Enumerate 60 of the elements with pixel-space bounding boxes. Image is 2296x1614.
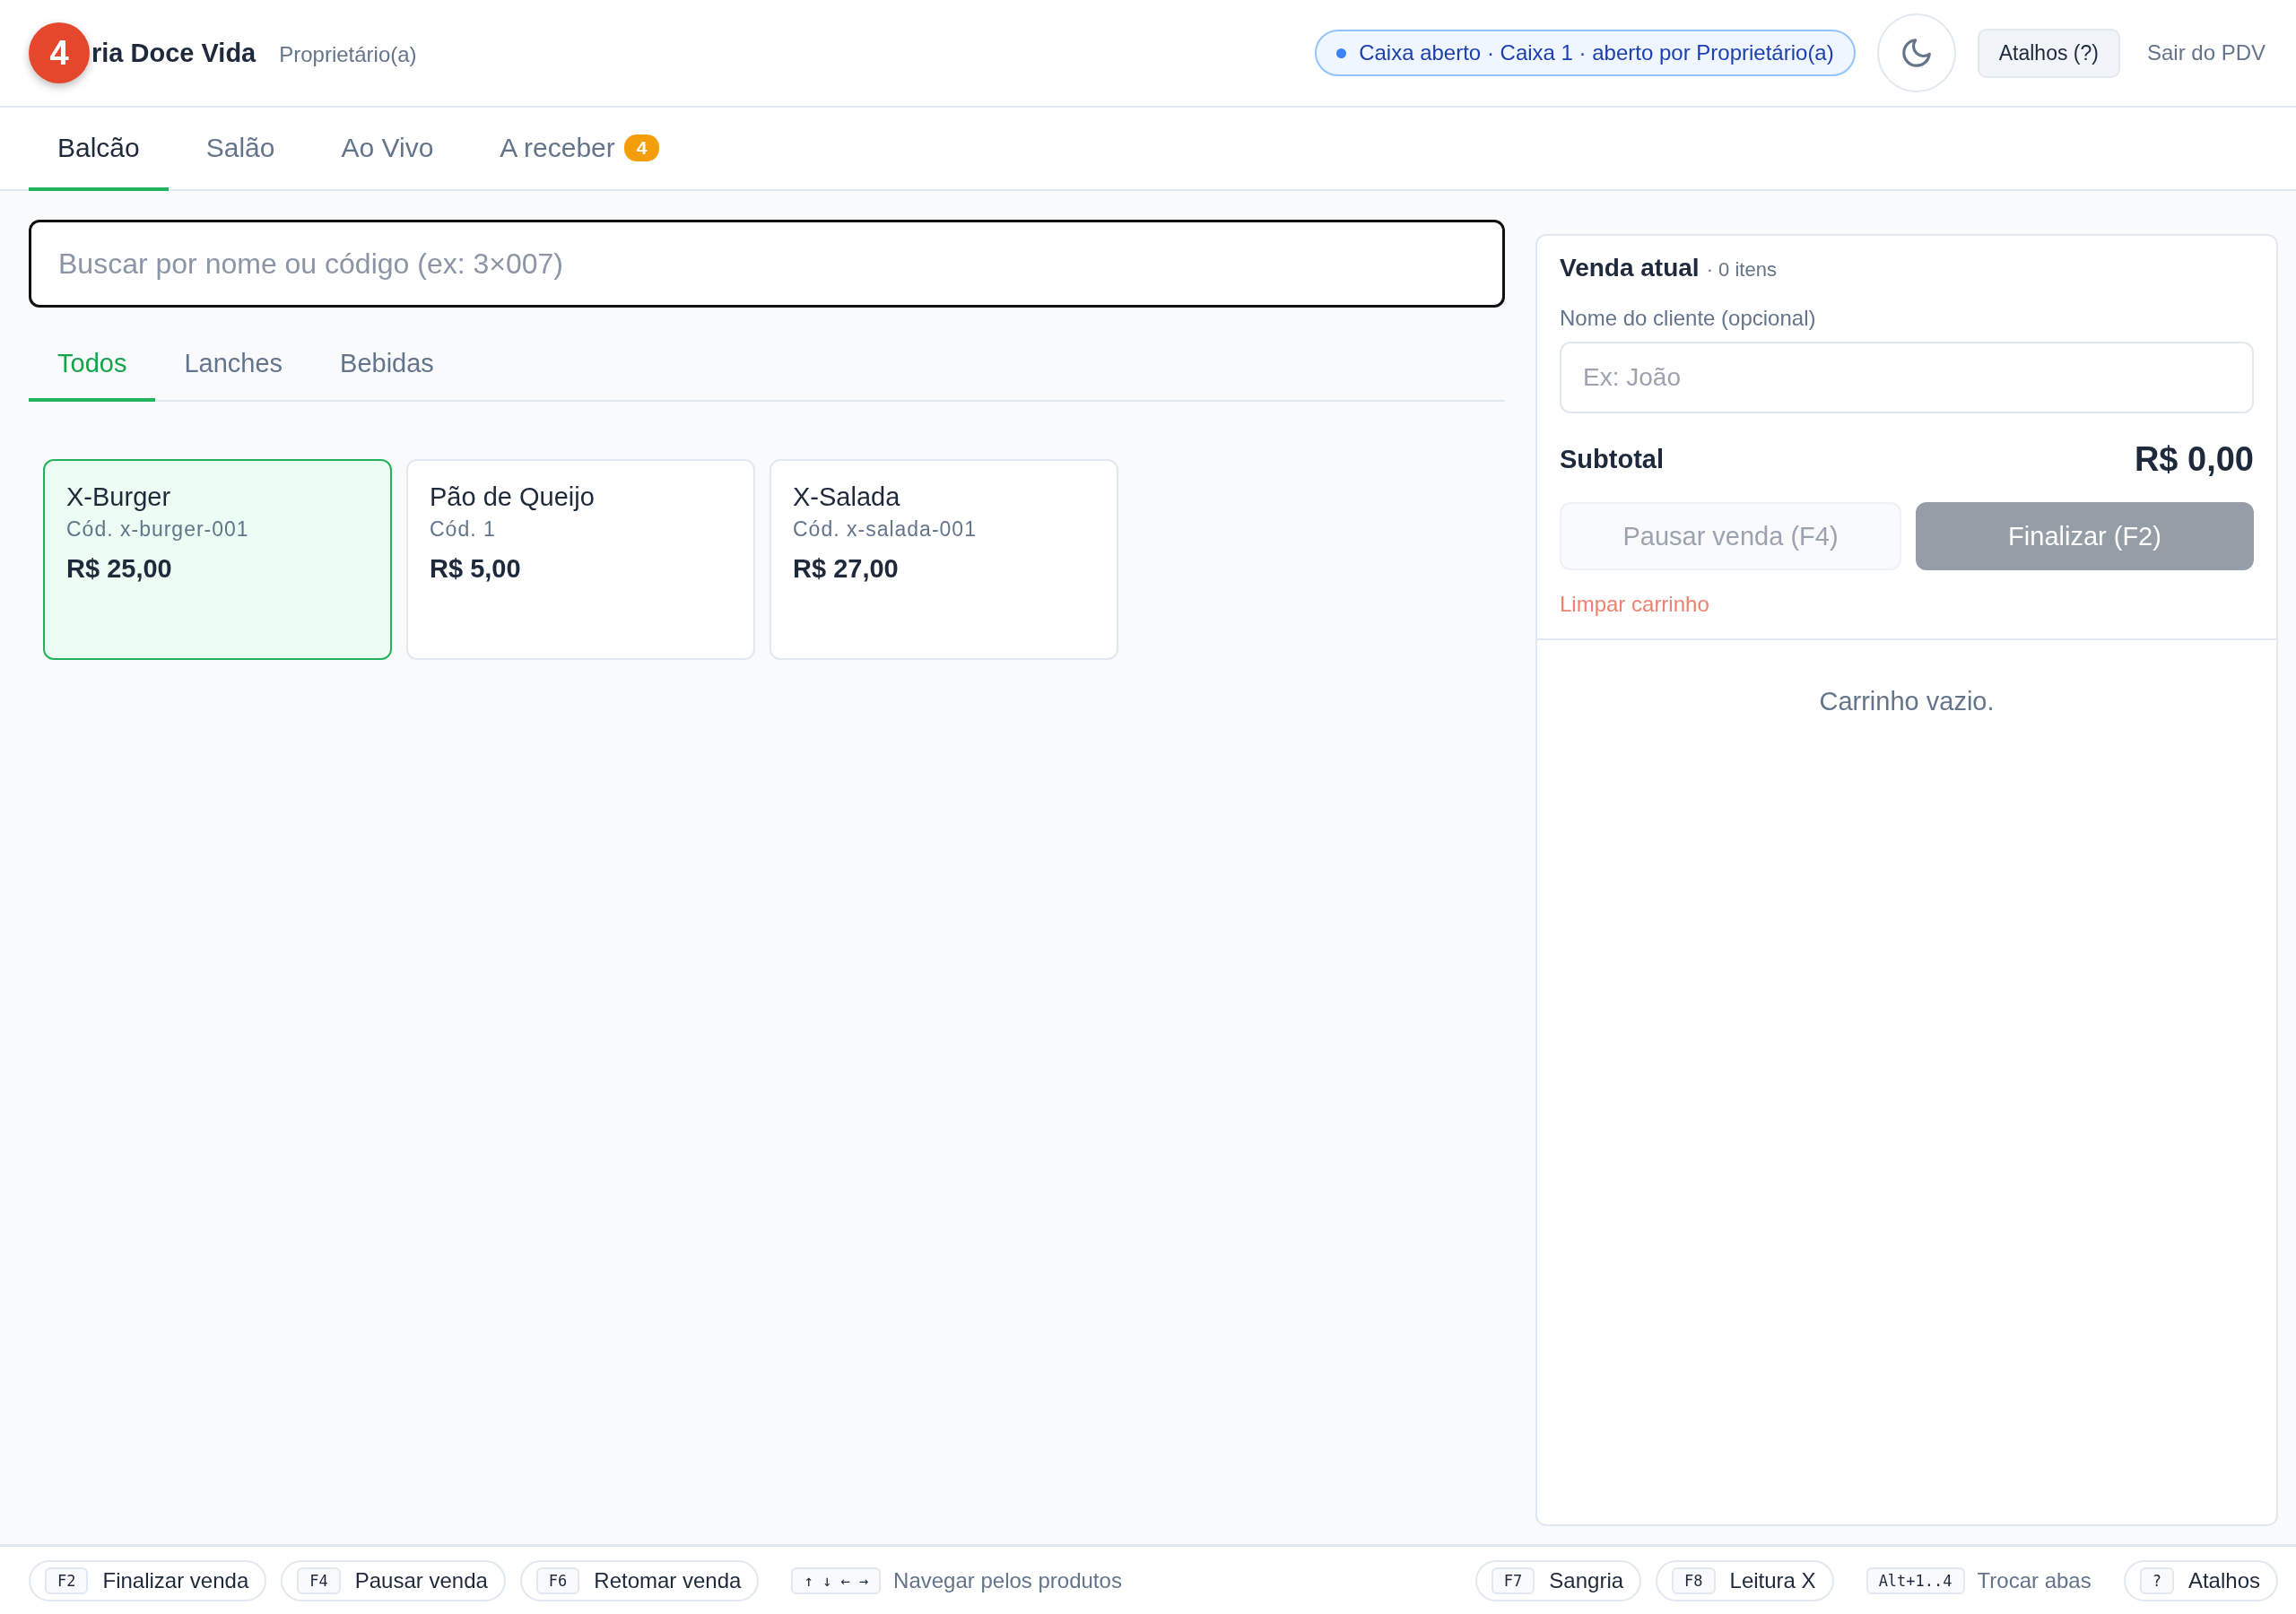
shortcut-label: Atalhos [2187,1567,2260,1593]
search-field[interactable]: Buscar por nome ou código (ex: 3×007) [29,220,1505,308]
nav-tab[interactable]: Ao Vivo [312,108,463,191]
product-code: Cód. x-salada-001 [793,517,977,542]
product-name: X-Salada [793,482,900,512]
product-code: Cód. x-burger-001 [66,517,249,542]
product-name: X-Burger [66,482,171,512]
cash-status-text: Caixa aberto · Caixa 1 · aberto por Proprietário(a) [1359,40,1834,65]
count-badge: 4 [623,134,660,161]
shortcut-label: Retomar venda [594,1567,742,1593]
shortcut-chip[interactable]: F6 Retomar venda [519,1559,760,1601]
shortcuts-button[interactable]: Atalhos (?) [1977,28,2120,78]
shortcut-label: Pausar venda [354,1567,488,1593]
product-card[interactable]: X-Burger Cód. x-burger-001 R$ 25,00 [43,459,392,660]
key-cap: F2 [45,1566,89,1594]
key-cap: F7 [1491,1566,1535,1594]
status-dot-icon [1336,48,1347,58]
category-tab[interactable]: Lanches [155,331,312,402]
nav-tab[interactable]: A receber 4 [471,108,689,191]
customer-name-field[interactable]: Ex: João [1560,342,2254,413]
shortcut-hint: Trocar abas [1977,1567,2092,1593]
shortcut-chip[interactable]: F8 Leitura X [1656,1559,1834,1601]
product-name: Pão de Queijo [430,482,595,512]
customer-label: Nome do cliente (opcional) [1560,306,1817,331]
key-cap: Alt+1..4 [1866,1566,1965,1594]
shortcut-label: Finalizar venda [102,1567,249,1593]
key-cap: F4 [297,1566,341,1594]
product-price: R$ 27,00 [793,554,899,584]
shortcut-chip[interactable]: ? Atalhos [2123,1559,2278,1601]
shortcut-chip[interactable]: F7 Sangria [1474,1559,1642,1601]
tab-label: Salão [205,132,275,163]
shortcut-label: Sangria [1549,1567,1624,1593]
shortcut-chip[interactable]: F4 Pausar venda [281,1559,506,1601]
product-price: R$ 25,00 [66,554,172,584]
product-code: Cód. 1 [430,517,496,542]
store-name: ria Doce Vida [91,38,257,68]
sale-title: Venda atual [1560,254,1700,282]
notification-badge: 4 [29,22,90,83]
shortcut-label: Leitura X [1729,1567,1816,1593]
shortcut-hint: Navegar pelos produtos [893,1567,1122,1593]
category-tab[interactable]: Bebidas [311,331,463,402]
tab-label: Ao Vivo [341,132,434,163]
user-role: Proprietário(a) [279,41,417,67]
product-price: R$ 5,00 [430,554,521,584]
key-cap: F8 [1672,1566,1716,1594]
exit-link[interactable]: Sair do PDV [2141,40,2278,65]
nav-tab[interactable]: Balcão [29,108,169,191]
shortcut-chip[interactable]: F2 Finalizar venda [29,1559,267,1601]
product-card[interactable]: Pão de Queijo Cód. 1 R$ 5,00 [406,459,755,660]
product-card[interactable]: X-Salada Cód. x-salada-001 R$ 27,00 [770,459,1118,660]
empty-cart-message: Carrinho vazio. [1819,687,1995,716]
key-cap: ? [2139,1566,2174,1594]
subtotal-label: Subtotal [1560,445,1664,474]
subtotal-value: R$ 0,00 [2134,440,2254,479]
key-cap: F6 [535,1566,580,1594]
tab-label: Balcão [57,132,140,163]
nav-tab[interactable]: Salão [177,108,304,191]
tab-label: A receber [500,132,615,163]
key-cap: ↑ ↓ ← → [791,1566,882,1594]
item-count: · 0 itens [1706,258,1777,282]
